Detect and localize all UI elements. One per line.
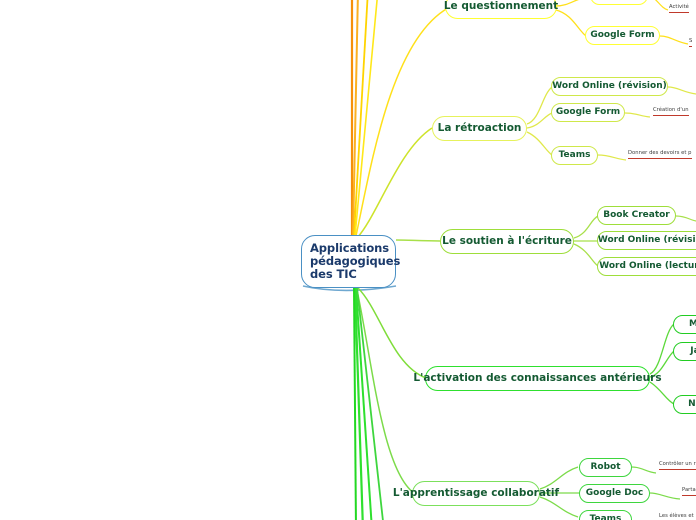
child-label-apprentissage-0: Robot (590, 462, 621, 473)
child-node-apprentissage-2[interactable]: Teams (579, 510, 632, 520)
branch-node-activation[interactable]: L'activation des connaissances antérieur… (413, 366, 662, 391)
child-node-activation-0[interactable]: Mi (673, 315, 696, 334)
child-node-apprentissage-0[interactable]: Robot (579, 458, 632, 477)
annotation-apprentissage-0: Contrôler un r (659, 461, 696, 470)
annotation-text: Activité (669, 4, 689, 10)
child-label-soutien-0: Book Creator (603, 210, 670, 221)
annotation-text: Contrôler un r (659, 461, 696, 467)
branch-node-soutien-ecriture[interactable]: Le soutien à l'écriture (440, 229, 574, 254)
child-node-retroaction-1[interactable]: Google Form (551, 103, 625, 122)
branch-label-activation: L'activation des connaissances antérieur… (413, 372, 662, 385)
annotation-questionnement-1: S (689, 38, 693, 47)
root-node-label: Applications pédagogiques des TIC (310, 240, 401, 282)
branch-node-questionnement[interactable]: Le questionnement (443, 0, 559, 19)
child-label-soutien-2: Word Online (lecture (599, 261, 696, 272)
child-label-activation-0: Mi (688, 319, 696, 330)
child-label-apprentissage-2: Teams (589, 514, 622, 520)
child-node-activation-1[interactable]: Ja (673, 342, 696, 361)
child-label-questionnement-1: Google Form (590, 30, 655, 41)
annotation-text: Partag (682, 487, 696, 493)
child-label-retroaction-2: Teams (558, 150, 591, 161)
child-node-questionnement-1[interactable]: Google Form (585, 26, 660, 45)
annotation-apprentissage-1: Partag (682, 487, 696, 496)
annotation-text: Donner des devoirs et p (628, 150, 692, 156)
child-node-retroaction-2[interactable]: Teams (551, 146, 598, 165)
root-node[interactable]: Applications pédagogiques des TIC (301, 235, 400, 288)
child-label-soutien-1: Word Online (révision (597, 235, 696, 246)
branch-node-retroaction[interactable]: La rétroaction (432, 116, 527, 141)
branch-label-retroaction: La rétroaction (437, 122, 522, 135)
child-node-soutien-1[interactable]: Word Online (révision (597, 231, 696, 250)
child-node-soutien-2[interactable]: Word Online (lecture (597, 257, 696, 276)
mindmap-canvas: Applications pédagogiques des TIC Le que… (0, 0, 696, 520)
child-label-apprentissage-1: Google Doc (585, 488, 644, 499)
child-node-apprentissage-1[interactable]: Google Doc (579, 484, 650, 503)
child-node-activation-2[interactable]: Ne (673, 395, 696, 414)
annotation-questionnement-0: Activité (669, 4, 689, 13)
annotation-retroaction-2: Donner des devoirs et p (628, 150, 692, 159)
child-label-retroaction-1: Google Form (555, 107, 621, 118)
annotation-apprentissage-2: Les élèves et (659, 513, 694, 520)
child-label-activation-1: Ja (690, 346, 696, 357)
child-label-retroaction-0: Word Online (révision) (552, 81, 667, 92)
branch-label-soutien-ecriture: Le soutien à l'écriture (442, 235, 572, 248)
branch-node-apprentissage-collaboratif[interactable]: L'apprentissage collaboratif (393, 481, 559, 506)
annotation-text: Les élèves et (659, 513, 694, 519)
child-label-activation-2: Ne (688, 399, 696, 410)
branch-label-questionnement: Le questionnement (443, 0, 559, 13)
annotation-text: S (689, 38, 693, 44)
child-node-soutien-0[interactable]: Book Creator (597, 206, 676, 225)
annotation-text: Création d'un (653, 107, 689, 113)
child-node-questionnement-0[interactable] (590, 0, 648, 5)
child-node-retroaction-0[interactable]: Word Online (révision) (551, 77, 668, 96)
branch-label-apprentissage-collaboratif: L'apprentissage collaboratif (392, 487, 560, 500)
annotation-retroaction-1: Création d'un (653, 107, 689, 116)
